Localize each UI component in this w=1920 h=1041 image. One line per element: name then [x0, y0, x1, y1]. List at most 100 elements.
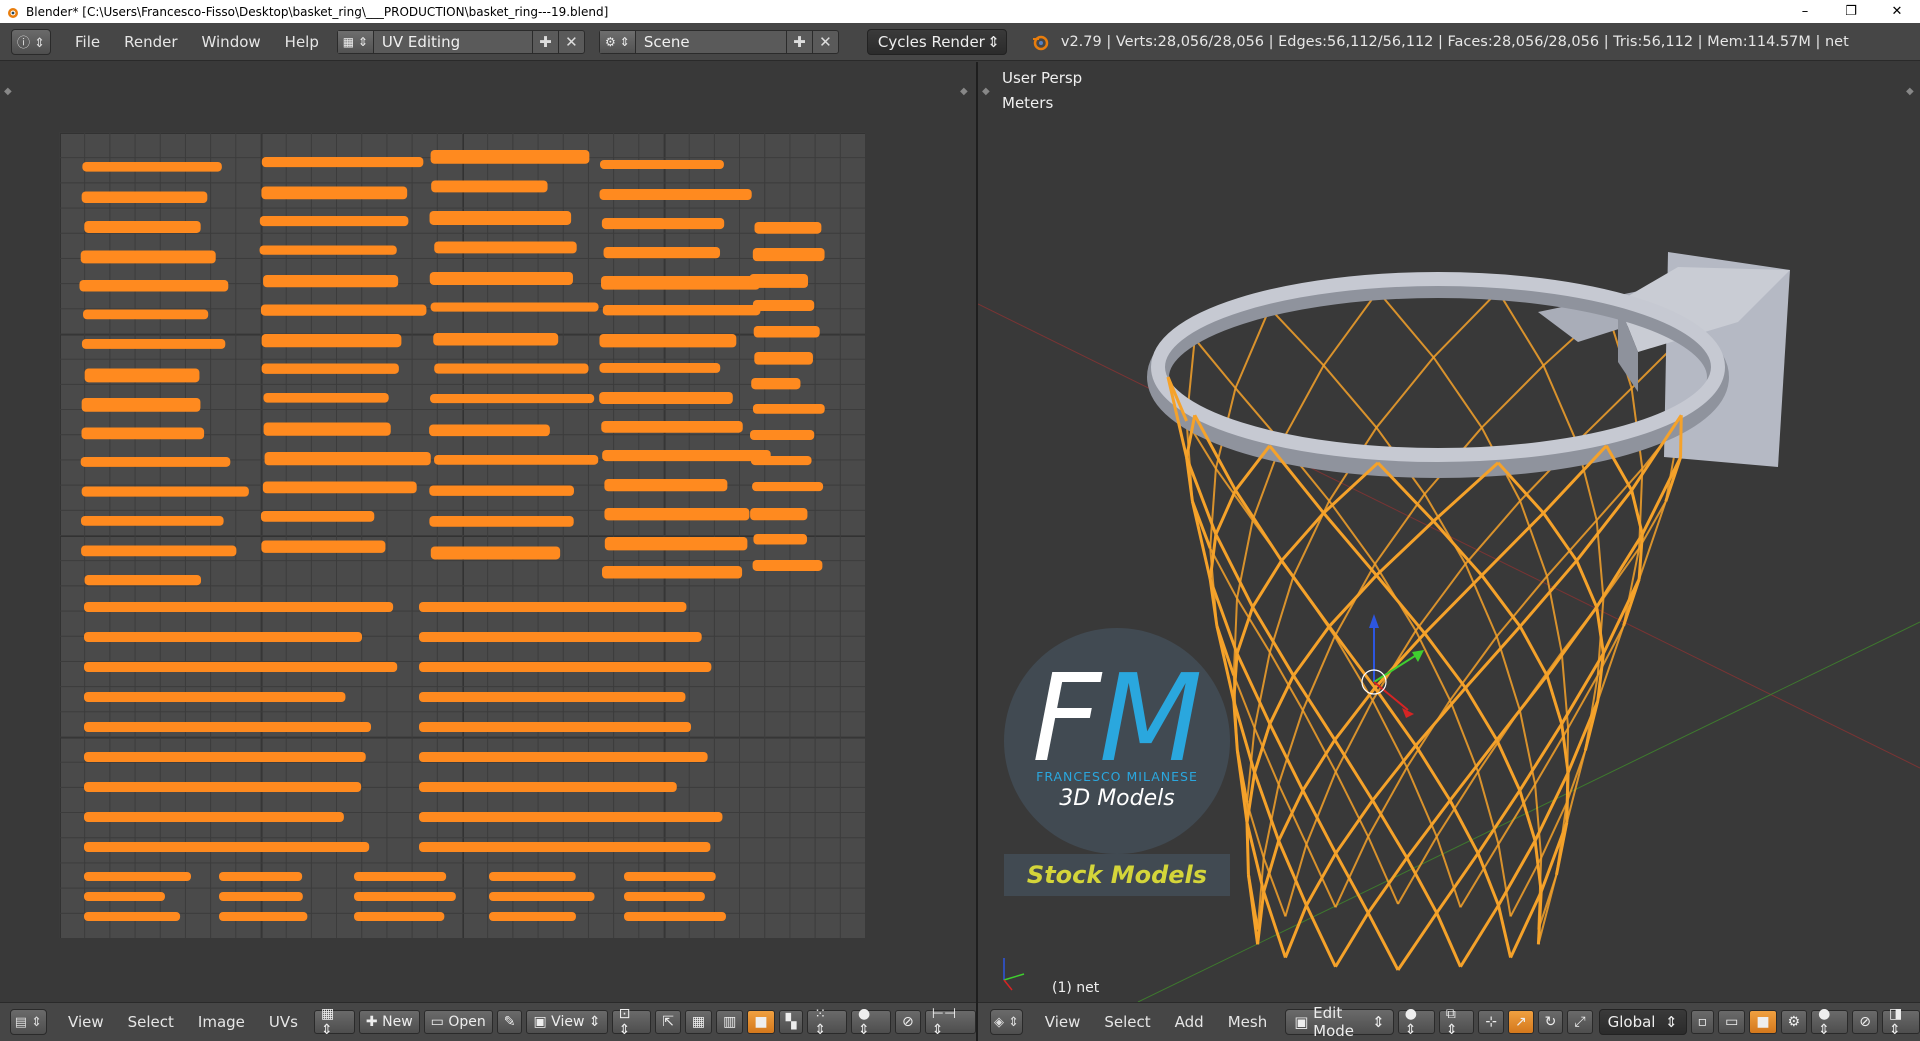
- minimize-button[interactable]: –: [1782, 0, 1828, 23]
- uv-island[interactable]: [601, 566, 743, 579]
- uv-island[interactable]: [354, 892, 456, 901]
- uv-island[interactable]: [752, 482, 824, 492]
- uv-island[interactable]: [753, 534, 808, 545]
- uv-island[interactable]: [84, 368, 200, 383]
- uv-island[interactable]: [429, 272, 573, 285]
- uv-island[interactable]: [354, 912, 445, 921]
- view3d-menu-mesh[interactable]: Mesh: [1216, 1013, 1280, 1031]
- uv-island[interactable]: [750, 508, 808, 521]
- uv-menu-image[interactable]: Image: [186, 1013, 257, 1031]
- menu-file[interactable]: File: [63, 33, 112, 51]
- rotate-icon[interactable]: ↻: [1537, 1010, 1564, 1034]
- add-scene-button[interactable]: ✚: [785, 30, 812, 53]
- uv-island[interactable]: [84, 812, 344, 822]
- uv-island[interactable]: [261, 363, 399, 374]
- uv-island[interactable]: [81, 545, 237, 557]
- uv-island[interactable]: [219, 872, 303, 881]
- uv-island[interactable]: [263, 422, 391, 436]
- uv-grid-canvas[interactable]: [59, 132, 865, 938]
- uv-island[interactable]: [419, 692, 686, 702]
- uv-island[interactable]: [261, 157, 424, 168]
- vertex-mode-icon[interactable]: ▫: [1690, 1010, 1715, 1034]
- layout-icon[interactable]: ▦ ⇕: [337, 30, 374, 53]
- uv-island[interactable]: [599, 363, 721, 373]
- uv-island[interactable]: [750, 456, 812, 466]
- uv-island[interactable]: [430, 546, 561, 560]
- uv-island[interactable]: [604, 508, 750, 521]
- uv-island[interactable]: [84, 752, 366, 762]
- uv-island[interactable]: [601, 276, 760, 290]
- menu-render[interactable]: Render: [112, 33, 189, 51]
- uv-island[interactable]: [81, 191, 208, 204]
- mode-select[interactable]: ▣ Edit Mode ⇕: [1285, 1004, 1394, 1040]
- uv-island[interactable]: [489, 872, 576, 881]
- uv-island[interactable]: [602, 450, 771, 462]
- uv-island[interactable]: [429, 424, 550, 437]
- uv-island[interactable]: [79, 280, 229, 292]
- render-engine-select[interactable]: Cycles Render ⇕: [866, 28, 1007, 55]
- view3d-menu-select[interactable]: Select: [1092, 1013, 1162, 1031]
- screen-layout-field[interactable]: ▦ ⇕ UV Editing ✚ ✕: [336, 29, 585, 54]
- uv-island[interactable]: [81, 427, 205, 440]
- uv-island[interactable]: [81, 339, 226, 349]
- uv-island[interactable]: [219, 892, 303, 901]
- uv-islands[interactable]: [59, 132, 865, 938]
- uv-island[interactable]: [80, 250, 216, 264]
- uv-island[interactable]: [750, 430, 815, 441]
- new-image-button[interactable]: ✚ New: [358, 1010, 420, 1034]
- scene-icon[interactable]: ⚙ ⇕: [599, 30, 636, 53]
- uv-island[interactable]: [604, 537, 748, 551]
- uv-island[interactable]: [624, 892, 705, 901]
- uv-island[interactable]: [261, 540, 386, 553]
- basket-net[interactable]: [1185, 290, 1709, 945]
- region-toggle-icon[interactable]: ◆: [960, 86, 968, 97]
- uv-island[interactable]: [429, 211, 572, 225]
- pivot-icon[interactable]: ⊡ ⇕: [611, 1006, 652, 1038]
- uv-island[interactable]: [752, 300, 815, 311]
- uv-island[interactable]: [264, 452, 431, 466]
- uv-island[interactable]: [419, 632, 702, 642]
- uv-island[interactable]: [752, 248, 825, 262]
- snap-element-icon[interactable]: ⊢⊣ ⇕: [924, 1006, 976, 1038]
- uv-island[interactable]: [84, 912, 181, 921]
- uv-island[interactable]: [260, 511, 375, 522]
- region-toggle-icon[interactable]: ◆: [4, 86, 12, 97]
- uv-island[interactable]: [84, 842, 370, 852]
- uv-island[interactable]: [752, 560, 823, 571]
- uv-island[interactable]: [419, 842, 711, 852]
- shading-icon[interactable]: ● ⇕: [1397, 1006, 1435, 1038]
- uv-island[interactable]: [82, 162, 222, 172]
- edge-select-icon[interactable]: ▥: [716, 1010, 744, 1034]
- uv-island[interactable]: [419, 752, 708, 762]
- manipulator-toggle-icon[interactable]: ⊹: [1478, 1010, 1504, 1034]
- uv-island[interactable]: [261, 334, 402, 348]
- uv-island[interactable]: [599, 392, 733, 405]
- uv-island[interactable]: [599, 189, 752, 201]
- uv-island[interactable]: [602, 305, 761, 316]
- uv-island[interactable]: [749, 274, 809, 288]
- scene-name[interactable]: Scene: [636, 33, 786, 51]
- uv-island[interactable]: [601, 421, 743, 433]
- uv-island[interactable]: [84, 632, 363, 642]
- uv-island[interactable]: [259, 216, 409, 227]
- scale-icon[interactable]: ⤢: [1567, 1010, 1593, 1034]
- add-layout-button[interactable]: ✚: [531, 30, 558, 53]
- snap-target-icon[interactable]: ◨ ⇕: [1882, 1006, 1920, 1038]
- view3d-editor-type-button[interactable]: ◈ ⇕: [990, 1009, 1023, 1035]
- uv-island[interactable]: [84, 722, 372, 732]
- uv-island[interactable]: [354, 872, 447, 881]
- proportional-edit-icon[interactable]: ● ⇕: [1811, 1006, 1849, 1038]
- menu-window[interactable]: Window: [190, 33, 273, 51]
- uv-island[interactable]: [430, 302, 599, 312]
- uv-island[interactable]: [489, 912, 576, 921]
- uv-island[interactable]: [80, 457, 231, 467]
- limit-selection-icon[interactable]: ⚙: [1780, 1010, 1808, 1034]
- sync-selection-icon[interactable]: ⇱: [655, 1010, 681, 1034]
- uv-island[interactable]: [263, 275, 399, 288]
- open-image-button[interactable]: ▭ Open: [423, 1010, 493, 1034]
- delete-layout-button[interactable]: ✕: [557, 30, 584, 53]
- uv-island[interactable]: [419, 662, 712, 672]
- uv-island[interactable]: [489, 892, 595, 901]
- uv-island[interactable]: [431, 180, 548, 193]
- uv-island[interactable]: [262, 481, 417, 494]
